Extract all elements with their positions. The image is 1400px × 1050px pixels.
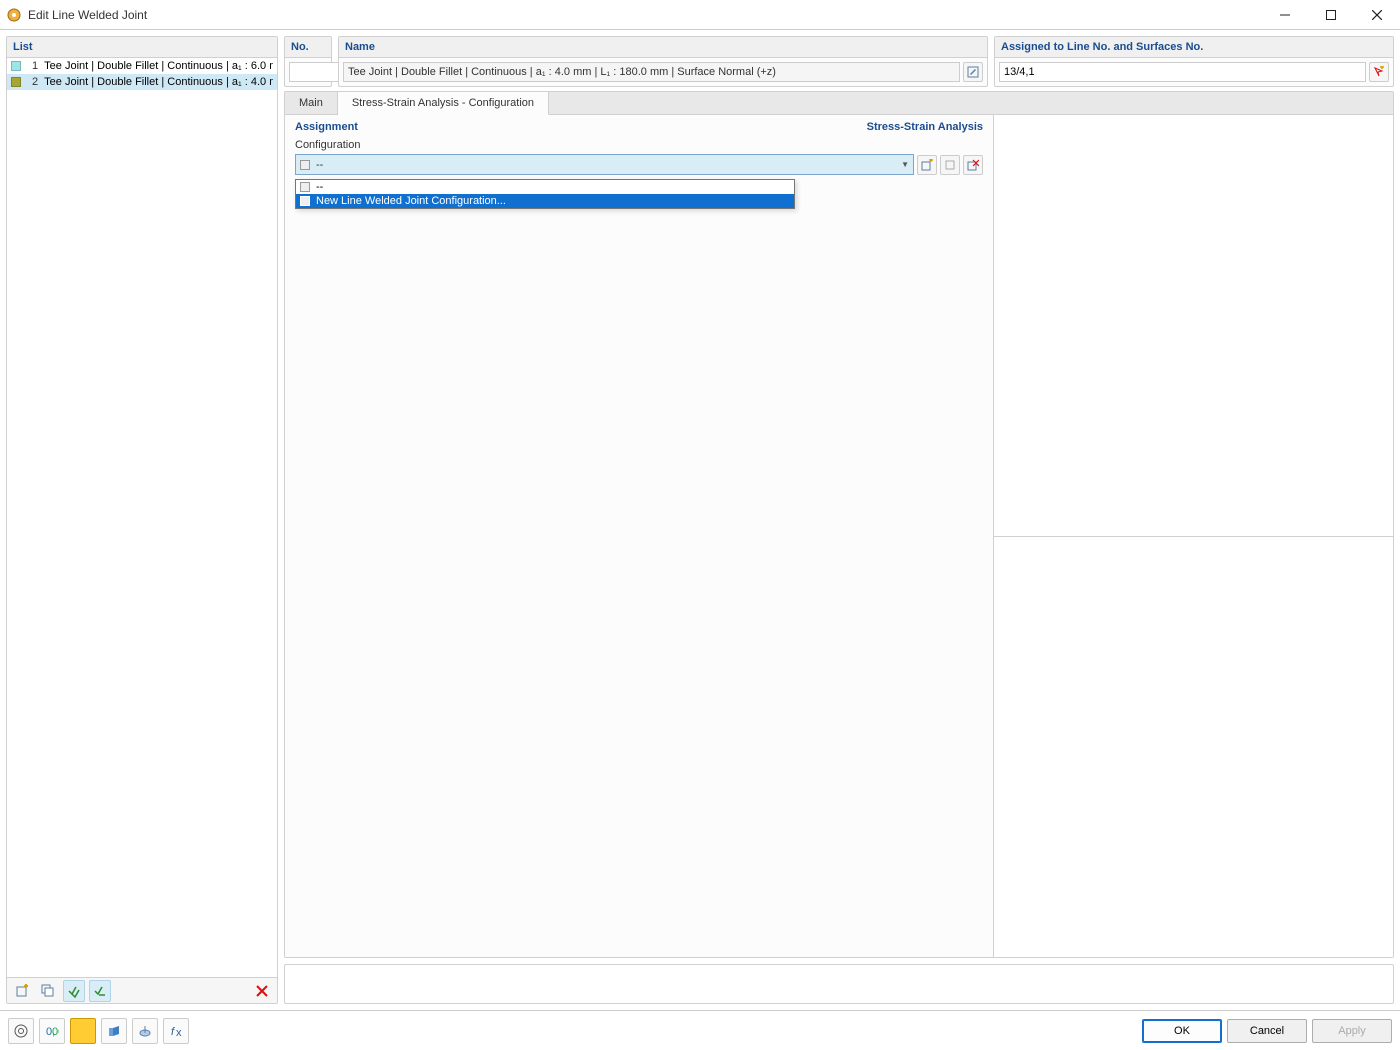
preview-column xyxy=(993,115,1393,957)
window-controls xyxy=(1262,0,1400,30)
no-field-box: No. xyxy=(284,36,332,87)
combo-check-icon xyxy=(300,160,310,170)
close-button[interactable] xyxy=(1354,0,1400,30)
edit-config-icon[interactable] xyxy=(940,155,960,175)
ssa-header: Stress-Strain Analysis xyxy=(867,121,983,133)
name-input[interactable] xyxy=(343,62,960,82)
name-field-box: Name xyxy=(338,36,988,87)
list-item-num: 2 xyxy=(25,76,38,88)
comment-box[interactable] xyxy=(284,964,1394,1004)
list-items: 1 Tee Joint | Double Fillet | Continuous… xyxy=(7,58,277,977)
configuration-dropdown: -- New Line Welded Joint Configuration..… xyxy=(295,179,795,209)
main-area: List 1 Tee Joint | Double Fillet | Conti… xyxy=(0,30,1400,1010)
no-label: No. xyxy=(285,37,331,58)
color-swatch xyxy=(11,61,21,71)
remove-config-icon[interactable] xyxy=(963,155,983,175)
check-all-icon[interactable] xyxy=(63,980,85,1002)
tabs-area: Main Stress-Strain Analysis - Configurat… xyxy=(284,91,1394,958)
help-icon[interactable] xyxy=(8,1018,34,1044)
app-icon xyxy=(6,7,22,23)
top-fields: No. Name Assigned to Line No. and Surfac… xyxy=(284,36,1394,87)
graphics-icon[interactable] xyxy=(101,1018,127,1044)
color-swatch xyxy=(11,77,21,87)
list-item[interactable]: 2 Tee Joint | Double Fillet | Continuous… xyxy=(7,74,277,90)
apply-button[interactable]: Apply xyxy=(1312,1019,1392,1043)
tab-ssa[interactable]: Stress-Strain Analysis - Configuration xyxy=(338,92,549,115)
new-item-icon[interactable] xyxy=(11,980,33,1002)
pick-assigned-icon[interactable] xyxy=(1369,62,1389,82)
maximize-button[interactable] xyxy=(1308,0,1354,30)
dropdown-item-blank[interactable]: -- xyxy=(296,180,794,194)
list-item-text: Tee Joint | Double Fillet | Continuous |… xyxy=(44,60,273,72)
assignment-header: Assignment xyxy=(295,121,358,133)
check-icon xyxy=(300,182,310,192)
list-header: List xyxy=(7,37,277,58)
dropdown-item-label: New Line Welded Joint Configuration... xyxy=(316,195,506,207)
configuration-combo[interactable]: -- ▼ xyxy=(295,154,914,175)
window-title: Edit Line Welded Joint xyxy=(28,8,147,22)
list-panel: List 1 Tee Joint | Double Fillet | Conti… xyxy=(6,36,278,1004)
preview-bottom xyxy=(994,536,1393,958)
edit-name-icon[interactable] xyxy=(963,62,983,82)
configuration-row: -- ▼ xyxy=(295,154,983,175)
uncheck-all-icon[interactable] xyxy=(89,980,111,1002)
tab-body: Assignment Stress-Strain Analysis Config… xyxy=(285,115,1393,957)
new-config-icon[interactable] xyxy=(917,155,937,175)
list-toolbar xyxy=(7,977,277,1003)
section-header: Assignment Stress-Strain Analysis xyxy=(295,121,983,139)
right-content: No. Name Assigned to Line No. and Surfac… xyxy=(284,36,1394,1004)
function-icon[interactable]: fx xyxy=(163,1018,189,1044)
list-item-text: Tee Joint | Double Fillet | Continuous |… xyxy=(44,76,273,88)
copy-item-icon[interactable] xyxy=(37,980,59,1002)
assignment-column: Assignment Stress-Strain Analysis Config… xyxy=(285,115,993,957)
svg-text:x: x xyxy=(176,1027,182,1038)
preview-top xyxy=(994,115,1393,536)
bottom-bar: 0,00 fx OK Cancel Apply xyxy=(0,1010,1400,1050)
list-item-num: 1 xyxy=(25,60,38,72)
check-icon xyxy=(300,196,310,206)
assigned-field-box: Assigned to Line No. and Surfaces No. xyxy=(994,36,1394,87)
configuration-label: Configuration xyxy=(295,139,983,154)
assigned-label: Assigned to Line No. and Surfaces No. xyxy=(995,37,1393,58)
name-label: Name xyxy=(339,37,987,58)
svg-text:f: f xyxy=(171,1026,175,1038)
ok-button[interactable]: OK xyxy=(1142,1019,1222,1043)
delete-item-icon[interactable] xyxy=(251,980,273,1002)
svg-text:00: 00 xyxy=(52,1026,59,1038)
tab-bar: Main Stress-Strain Analysis - Configurat… xyxy=(285,92,1393,115)
units-icon[interactable]: 0,00 xyxy=(39,1018,65,1044)
titlebar: Edit Line Welded Joint xyxy=(0,0,1400,30)
assigned-input[interactable] xyxy=(999,62,1366,82)
combo-value: -- xyxy=(316,159,901,171)
chevron-down-icon: ▼ xyxy=(901,160,909,169)
minimize-button[interactable] xyxy=(1262,0,1308,30)
tab-main[interactable]: Main xyxy=(285,92,338,114)
cancel-button[interactable]: Cancel xyxy=(1227,1019,1307,1043)
dropdown-item-label: -- xyxy=(316,181,323,193)
svg-text:0,: 0, xyxy=(46,1026,55,1038)
render-icon[interactable] xyxy=(132,1018,158,1044)
list-item[interactable]: 1 Tee Joint | Double Fillet | Continuous… xyxy=(7,58,277,74)
dropdown-item-new[interactable]: New Line Welded Joint Configuration... xyxy=(296,194,794,208)
color-icon[interactable] xyxy=(70,1018,96,1044)
